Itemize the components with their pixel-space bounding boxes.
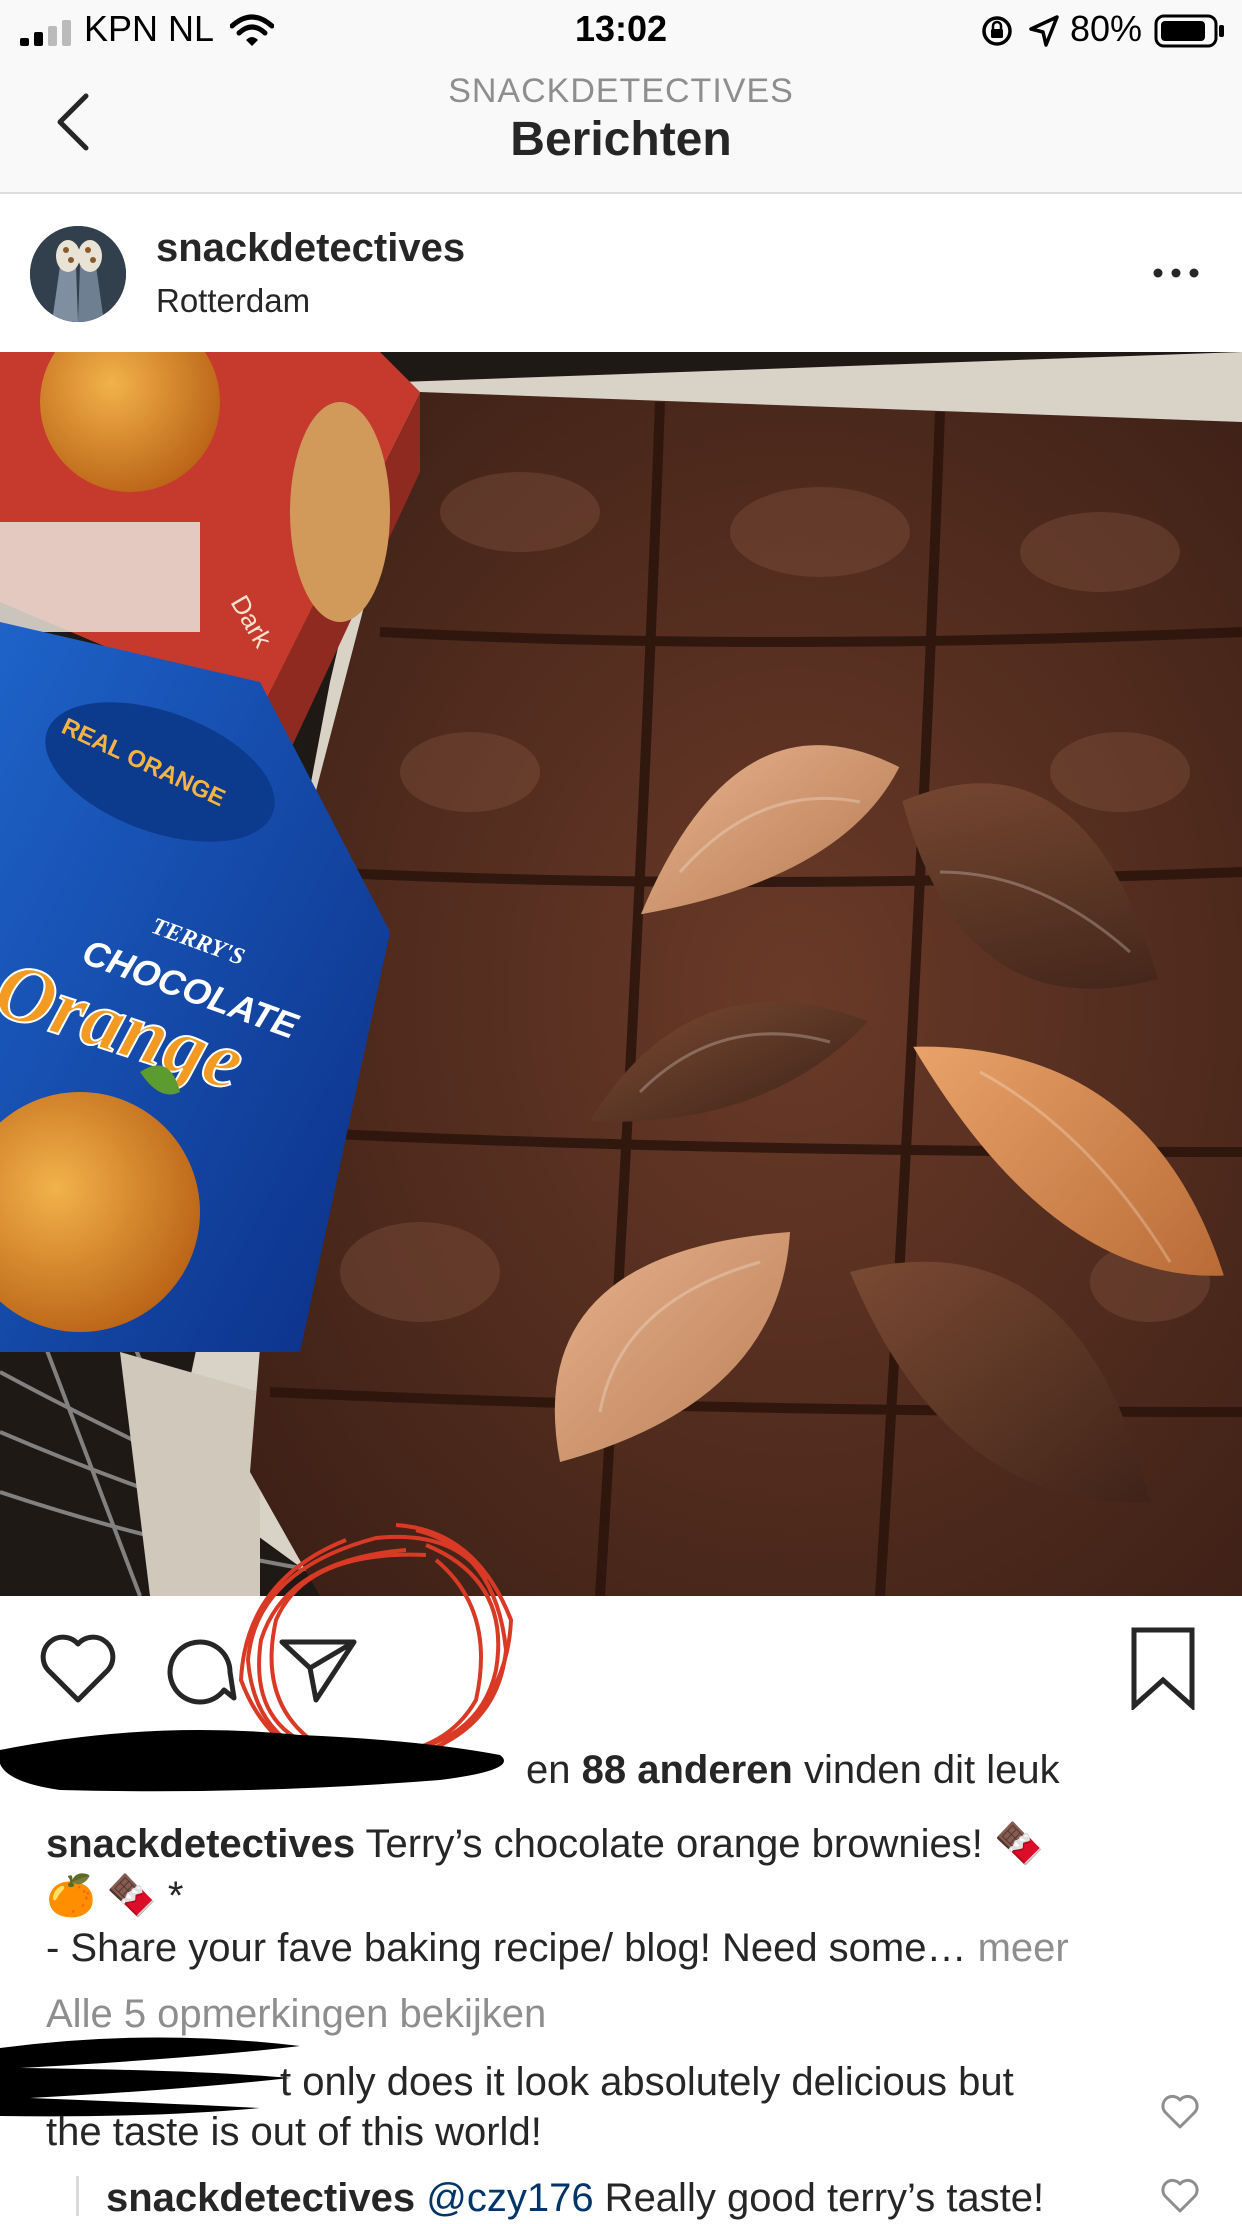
caption-more-link[interactable]: meer [978,1926,1069,1970]
more-options-icon[interactable] [1150,256,1202,290]
comment-reply: snackdetectives @czy176 Really good terr… [106,2172,1044,2224]
comment-like-icon[interactable] [1160,2094,1200,2130]
caption-line: - Share your fave baking recipe/ blog! N… [46,1922,1069,1974]
caption-text: Terry’s chocolate orange brownies! 🍫 [355,1822,1044,1866]
likes-prefix: en [526,1748,582,1792]
location-arrow-icon [1029,15,1059,47]
likes-count[interactable]: 88 anderen [582,1748,793,1792]
likes-summary[interactable]: en 88 anderen vinden dit leuk [526,1744,1060,1796]
reply-mention[interactable]: @czy176 [426,2176,593,2220]
view-all-comments-link[interactable]: Alle 5 opmerkingen bekijken [46,1992,546,2037]
post-photo[interactable]: Dark REAL ORANGE TERRY'S CHOCOLATE Orang… [0,352,1242,1596]
caption-username[interactable]: snackdetectives [46,1822,355,1866]
comment-text: t only does it look absolutely delicious… [280,2060,1014,2104]
caption-line: snackdetectives Terry’s chocolate orange… [46,1818,1044,1870]
rotation-lock-icon [982,16,1012,46]
post-location[interactable]: Rotterdam [156,282,310,320]
reply-username[interactable]: snackdetectives [106,2176,415,2220]
post-username[interactable]: snackdetectives [156,226,465,271]
nav-subtitle: SNACKDETECTIVES [448,72,794,110]
reply-indent-line [76,2176,79,2216]
likes-suffix: vinden dit leuk [792,1748,1060,1792]
nav-title: Berichten [510,113,732,166]
battery-percentage: 80% [1070,8,1143,49]
caption-emojis: 🍊 🍫 * [46,1874,184,1918]
reply-text: Really good terry’s taste! [593,2176,1045,2220]
caption-text: - Share your fave baking recipe/ blog! N… [46,1926,978,1970]
comment-text: the taste is out of this world! [46,2110,542,2154]
redaction-scribble [0,1730,505,1792]
heart-icon[interactable] [38,1632,118,1706]
bookmark-icon[interactable] [1128,1626,1198,1710]
battery-icon [1154,14,1224,48]
comment-like-icon[interactable] [1160,2178,1200,2214]
avatar[interactable] [30,226,126,322]
